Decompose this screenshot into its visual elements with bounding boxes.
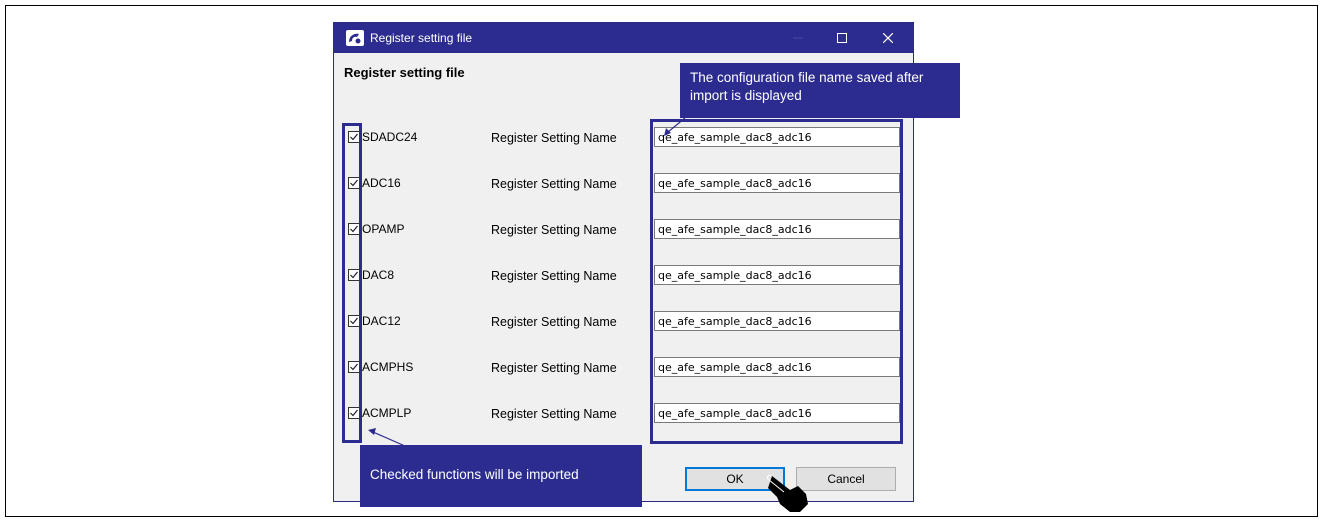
register-row: ACMPHS Register Setting Name: [334, 357, 913, 381]
maximize-button[interactable]: [820, 23, 864, 53]
row-function-name: DAC8: [362, 268, 395, 282]
callout-filename: The configuration file name saved after …: [680, 63, 960, 118]
row-function-name: DAC12: [362, 314, 401, 328]
title-bar[interactable]: Register setting file: [334, 23, 913, 53]
app-logo-icon: [346, 30, 364, 46]
row-function-name: ADC16: [362, 176, 401, 190]
checkmark-icon: [350, 133, 358, 141]
row-setting-label: Register Setting Name: [491, 223, 617, 237]
setting-name-input[interactable]: [654, 173, 900, 193]
setting-name-input[interactable]: [654, 127, 900, 147]
checkmark-icon: [350, 317, 358, 325]
register-row: DAC12 Register Setting Name: [334, 311, 913, 335]
window-title: Register setting file: [370, 31, 473, 45]
register-row: DAC8 Register Setting Name: [334, 265, 913, 289]
row-checkbox[interactable]: [348, 361, 360, 373]
row-function-name: ACMPHS: [362, 360, 414, 374]
row-setting-label: Register Setting Name: [491, 407, 617, 421]
row-checkbox[interactable]: [348, 407, 360, 419]
setting-name-input[interactable]: [654, 403, 900, 423]
minimize-icon: [793, 37, 803, 39]
close-icon: [883, 33, 893, 43]
register-row: ACMPLP Register Setting Name: [334, 403, 913, 427]
checkmark-icon: [350, 363, 358, 371]
callout-checked: Checked functions will be imported: [360, 445, 642, 507]
row-setting-label: Register Setting Name: [491, 361, 617, 375]
maximize-icon: [837, 33, 847, 43]
checkmark-icon: [350, 271, 358, 279]
row-setting-label: Register Setting Name: [491, 269, 617, 283]
register-row: ADC16 Register Setting Name: [334, 173, 913, 197]
row-function-name: OPAMP: [362, 222, 405, 236]
setting-name-input[interactable]: [654, 357, 900, 377]
row-function-name: ACMPLP: [362, 406, 412, 420]
dialog-header: Register setting file: [344, 65, 465, 80]
checkmark-icon: [350, 179, 358, 187]
checkmark-icon: [350, 409, 358, 417]
row-checkbox[interactable]: [348, 223, 360, 235]
row-function-name: SDADC24: [362, 130, 418, 144]
row-setting-label: Register Setting Name: [491, 315, 617, 329]
row-setting-label: Register Setting Name: [491, 131, 617, 145]
register-row: SDADC24 Register Setting Name: [334, 127, 913, 151]
setting-name-input[interactable]: [654, 311, 900, 331]
setting-name-input[interactable]: [654, 265, 900, 285]
minimize-button[interactable]: [776, 23, 820, 53]
ok-button[interactable]: OK: [685, 467, 785, 491]
row-checkbox[interactable]: [348, 269, 360, 281]
cancel-button[interactable]: Cancel: [796, 467, 896, 491]
row-checkbox[interactable]: [348, 131, 360, 143]
register-row: OPAMP Register Setting Name: [334, 219, 913, 243]
row-setting-label: Register Setting Name: [491, 177, 617, 191]
checkmark-icon: [350, 225, 358, 233]
row-checkbox[interactable]: [348, 315, 360, 327]
close-button[interactable]: [866, 23, 910, 53]
setting-name-input[interactable]: [654, 219, 900, 239]
row-checkbox[interactable]: [348, 177, 360, 189]
